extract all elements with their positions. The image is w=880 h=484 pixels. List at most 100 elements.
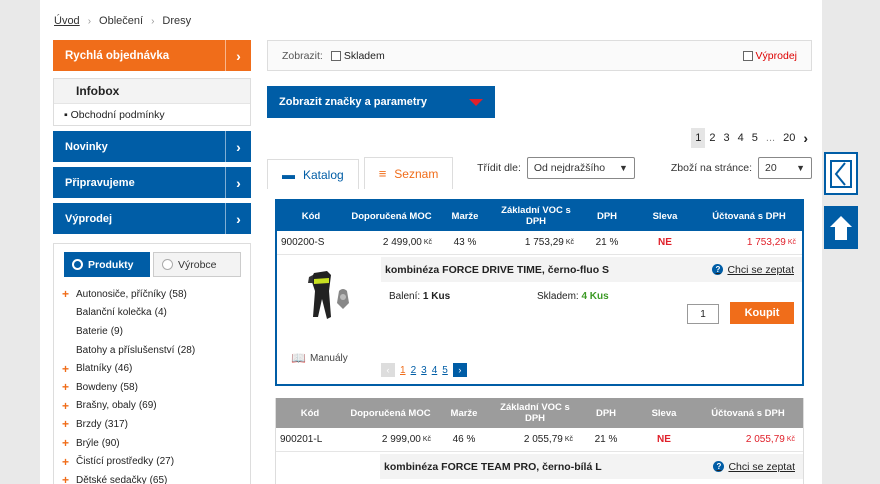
collapse-panel-button[interactable] <box>824 152 858 195</box>
image-page[interactable]: 1 <box>400 365 406 376</box>
product-card: Kód Doporučená MOC Marže Základní VOC s … <box>275 199 804 386</box>
page-20[interactable]: 20 <box>779 128 799 148</box>
plus-icon[interactable]: + <box>62 417 76 431</box>
ask-label: Chci se zeptat <box>727 263 794 276</box>
product-name[interactable]: kombinéza FORCE TEAM PRO, černo-bílá L <box>384 461 602 473</box>
breadcrumb-home[interactable]: Úvod <box>54 15 80 27</box>
table-row: 900200-S 2 499,00 Kč 43 % 1 753,29 Kč 21 %… <box>277 231 802 255</box>
page-3[interactable]: 3 <box>720 128 734 148</box>
toggle-products[interactable]: Produkty <box>64 252 150 277</box>
pagination: 1 2 3 4 5 ... 20 › <box>691 128 812 148</box>
checkbox-icon[interactable] <box>742 50 753 61</box>
product-image[interactable] <box>305 269 355 325</box>
sidebar-item-news[interactable]: Novinky › <box>53 131 251 162</box>
plus-icon[interactable]: + <box>62 436 76 450</box>
image-page[interactable]: 2 <box>411 365 417 376</box>
image-page[interactable]: 3 <box>421 365 427 376</box>
main-content: Zobrazit: Skladem Výprodej Zobrazit znač… <box>267 40 812 484</box>
tab-catalog[interactable]: ▬ Katalog <box>267 159 359 189</box>
plus-icon[interactable]: + <box>62 362 76 376</box>
plus-icon[interactable]: + <box>62 455 76 469</box>
category-item[interactable]: + Brýle (90) <box>54 434 250 453</box>
category-name: Brašny, obaly <box>76 400 136 412</box>
category-item[interactable]: + Dětské sedačky (65) <box>54 471 250 484</box>
filter-label: Zobrazit: <box>282 49 323 62</box>
chevron-right-icon: › <box>225 167 251 198</box>
category-count: (58) <box>169 288 187 300</box>
currency: Kč <box>564 436 573 443</box>
manuals-label: Manuály <box>309 352 348 364</box>
tab-catalog-label: Katalog <box>303 167 344 182</box>
category-item[interactable]: Baterie (9) <box>54 322 250 341</box>
page-5[interactable]: 5 <box>748 128 762 148</box>
plus-icon[interactable]: + <box>62 287 76 301</box>
ask-question-link[interactable]: ? Chci se zeptat <box>712 264 794 276</box>
per-page-select[interactable]: 20 ▼ <box>758 157 812 179</box>
breadcrumb-clothing[interactable]: Oblečení <box>99 15 143 27</box>
sidebar-item-label: Výprodej <box>65 212 113 225</box>
scroll-to-top-button[interactable] <box>824 206 858 249</box>
quantity-input[interactable]: 1 <box>687 304 719 324</box>
category-item[interactable]: Balanční kolečka (4) <box>54 304 250 323</box>
infobox-title: Infobox <box>54 79 250 103</box>
category-count: (28) <box>177 344 196 356</box>
category-item[interactable]: + Brašny, obaly (69) <box>54 397 250 416</box>
moc-value: 2 999,00 <box>381 434 421 445</box>
toggle-manufacturer[interactable]: Výrobce <box>153 252 241 277</box>
plus-icon[interactable]: + <box>62 399 76 413</box>
sidebar-item-sale[interactable]: Výprodej › <box>53 203 251 234</box>
prev-icon[interactable]: ‹ <box>381 363 395 377</box>
next-page-icon[interactable]: › <box>799 128 812 148</box>
product-moc: 2 499,00 Kč <box>345 231 438 254</box>
col-vat: DPH <box>596 210 618 222</box>
category-name: Dětské sedačky <box>76 474 147 484</box>
breadcrumb: Úvod › Oblečení › Dresy <box>54 15 191 27</box>
page: Úvod › Oblečení › Dresy Rychlá objednávk… <box>40 0 822 484</box>
table-header: Kód Doporučená MOC Marže Základní VOC s … <box>277 201 802 231</box>
manuals-link[interactable]: 📖 Manuály <box>291 351 348 365</box>
image-page[interactable]: 4 <box>432 365 438 376</box>
col-voc: Základní VOC s DPH <box>500 402 570 424</box>
per-page-value: 20 <box>765 162 777 174</box>
ask-question-link[interactable]: ? Chci se zeptat <box>713 461 795 473</box>
checkbox-icon[interactable] <box>330 50 341 61</box>
chevron-right-icon: › <box>225 40 251 71</box>
category-item[interactable]: + Autonosiče, příčníky (58) <box>54 285 250 304</box>
filter-in-stock[interactable]: Skladem <box>330 50 385 62</box>
infobox-link-terms[interactable]: ▪ Obchodní podmínky <box>54 103 250 125</box>
pack-label: Balení: <box>389 291 421 302</box>
tab-list[interactable]: ≡ Seznam <box>363 157 454 189</box>
page-1[interactable]: 1 <box>691 128 706 148</box>
radio-empty-icon <box>162 259 173 270</box>
category-count: (65) <box>149 474 168 484</box>
category-count: (9) <box>110 325 123 337</box>
category-item[interactable]: + Blatníky (46) <box>54 359 250 378</box>
col-moc: Doporučená MOC <box>350 407 431 419</box>
plus-icon[interactable]: + <box>62 380 76 394</box>
filter-sale[interactable]: Výprodej <box>742 50 797 62</box>
page-4[interactable]: 4 <box>734 128 748 148</box>
stock-label: Skladem: <box>537 291 579 302</box>
currency: Kč <box>787 239 796 246</box>
next-icon[interactable]: › <box>452 363 467 377</box>
image-page[interactable]: 5 <box>442 365 448 376</box>
category-item[interactable]: Batohy a příslušenství (28) <box>54 341 250 360</box>
product-moc: 2 999,00 Kč <box>344 428 437 451</box>
buy-button[interactable]: Koupit <box>730 302 794 324</box>
category-item[interactable]: + Čistící prostředky (27) <box>54 452 250 471</box>
category-item[interactable]: + Brzdy (317) <box>54 415 250 434</box>
category-name: Batohy a příslušenství <box>76 344 175 356</box>
show-brands-button[interactable]: Zobrazit značky a parametry <box>267 86 495 118</box>
category-name: Brzdy <box>76 418 102 430</box>
category-name: Baterie <box>76 325 108 337</box>
breadcrumb-current: Dresy <box>162 15 192 27</box>
quick-order-button[interactable]: Rychlá objednávka › <box>53 40 251 71</box>
question-icon: ? <box>713 461 725 472</box>
sidebar-item-upcoming[interactable]: Připravujeme › <box>53 167 251 198</box>
page-2[interactable]: 2 <box>705 128 719 148</box>
plus-icon[interactable]: + <box>62 473 76 484</box>
category-item[interactable]: + Bowdeny (58) <box>54 378 250 397</box>
sidebar-item-label: Připravujeme <box>65 176 135 189</box>
product-name[interactable]: kombinéza FORCE DRIVE TIME, černo-fluo S <box>385 264 609 276</box>
sort-select[interactable]: Od nejdražšího ▼ <box>526 157 635 179</box>
